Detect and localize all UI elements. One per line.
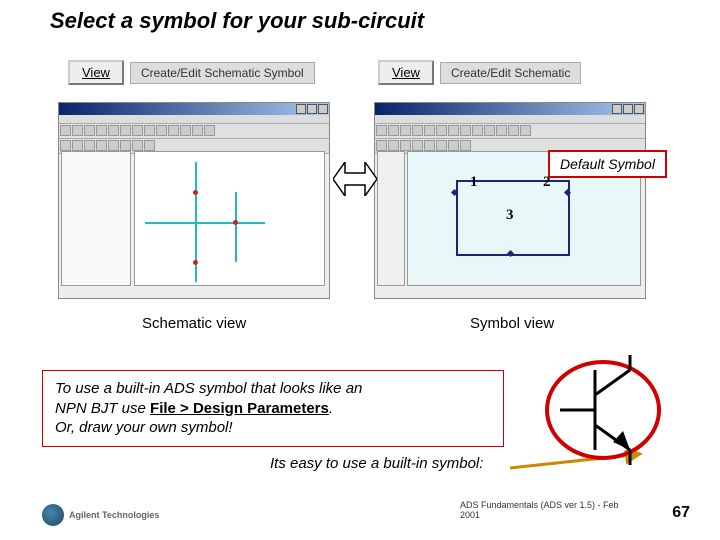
maximize-icon[interactable] [307, 104, 317, 114]
window-toolbar [59, 124, 329, 139]
instruction-line-1: To use a built-in ADS symbol that looks … [55, 380, 362, 397]
page-number: 67 [672, 504, 690, 522]
slide-title: Select a symbol for your sub-circuit [50, 8, 424, 34]
npn-bjt-symbol [545, 355, 665, 465]
menu-right-group: View Create/Edit Schematic [378, 60, 581, 85]
schematic-view-caption: Schematic view [142, 315, 246, 332]
pin-1-label: 1 [470, 174, 478, 191]
schematic-canvas[interactable] [134, 151, 325, 286]
footer-text: ADS Fundamentals (ADS ver 1.5) - Feb 200… [460, 500, 620, 520]
symbol-palette[interactable] [377, 151, 405, 286]
schematic-window [58, 102, 330, 299]
component-palette[interactable] [61, 151, 131, 286]
minimize-icon[interactable] [296, 104, 306, 114]
logo-text: Agilent Technologies [69, 510, 159, 520]
window-titlebar [375, 103, 645, 115]
maximize-icon[interactable] [623, 104, 633, 114]
instruction-line-2a: NPN BJT use [55, 400, 150, 417]
symbol-window: 1 2 3 [374, 102, 646, 299]
subtext: Its easy to use a built-in symbol: [270, 455, 483, 472]
view-menu-button-right[interactable]: View [378, 60, 434, 85]
agilent-logo: Agilent Technologies [42, 504, 159, 526]
window-menubar [59, 115, 329, 124]
close-icon[interactable] [634, 104, 644, 114]
window-toolbar [375, 124, 645, 139]
window-titlebar [59, 103, 329, 115]
menu-item-create-edit-schematic[interactable]: Create/Edit Schematic [440, 62, 581, 84]
symbol-view-caption: Symbol view [470, 315, 554, 332]
double-arrow-icon [333, 162, 377, 196]
instruction-menu-path: File > Design Parameters [150, 400, 329, 417]
menu-item-create-edit-symbol[interactable]: Create/Edit Schematic Symbol [130, 62, 315, 84]
default-symbol-callout: Default Symbol [548, 150, 667, 178]
minimize-icon[interactable] [612, 104, 622, 114]
instruction-box: To use a built-in ADS symbol that looks … [42, 370, 504, 447]
pin-3-label: 3 [506, 207, 514, 224]
logo-mark-icon [42, 504, 64, 526]
instruction-line-2c: . [329, 400, 333, 417]
view-menu-button-left[interactable]: View [68, 60, 124, 85]
window-menubar [375, 115, 645, 124]
instruction-line-3: Or, draw your own symbol! [55, 419, 233, 436]
close-icon[interactable] [318, 104, 328, 114]
menu-left-group: View Create/Edit Schematic Symbol [68, 60, 315, 85]
